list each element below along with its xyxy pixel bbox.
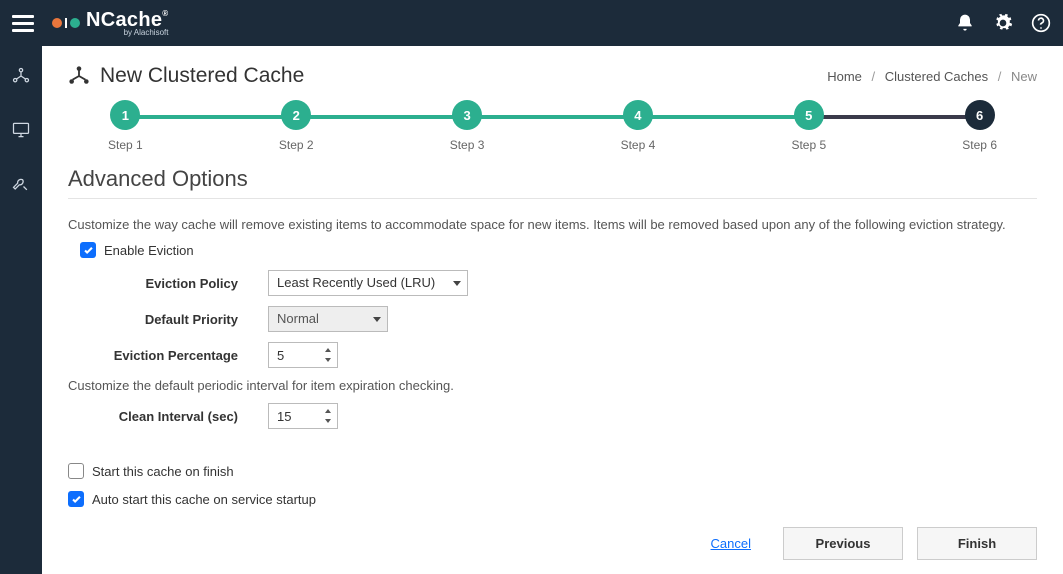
auto-start-checkbox[interactable] bbox=[68, 491, 84, 507]
help-icon[interactable] bbox=[1031, 13, 1051, 33]
enable-eviction-label[interactable]: Enable Eviction bbox=[104, 243, 194, 258]
menu-toggle[interactable] bbox=[12, 12, 34, 34]
clean-interval-down[interactable] bbox=[321, 416, 335, 426]
gear-icon[interactable] bbox=[993, 13, 1013, 33]
default-priority-select[interactable]: Normal bbox=[268, 306, 388, 332]
main-content: New Clustered Cache Home / Clustered Cac… bbox=[42, 46, 1063, 574]
step-5[interactable]: 5Step 5 bbox=[791, 100, 826, 152]
clean-interval-up[interactable] bbox=[321, 406, 335, 416]
default-priority-label: Default Priority bbox=[68, 312, 268, 327]
footer-actions: Cancel Previous Finish bbox=[68, 527, 1037, 560]
eviction-description: Customize the way cache will remove exis… bbox=[68, 217, 1037, 232]
divider bbox=[68, 198, 1037, 199]
brand-name: NCache® bbox=[86, 10, 168, 30]
page-title: New Clustered Cache bbox=[68, 64, 304, 88]
start-on-finish-checkbox[interactable] bbox=[68, 463, 84, 479]
clean-interval-label: Clean Interval (sec) bbox=[68, 409, 268, 424]
left-nav bbox=[0, 46, 42, 574]
eviction-policy-label: Eviction Policy bbox=[68, 276, 268, 291]
clean-interval-input[interactable]: 15 bbox=[268, 403, 338, 429]
enable-eviction-row: Enable Eviction bbox=[80, 242, 1037, 258]
eviction-percentage-input[interactable]: 5 bbox=[268, 342, 338, 368]
step-1[interactable]: 1Step 1 bbox=[108, 100, 143, 152]
topbar: NCache® by Alachisoft bbox=[0, 0, 1063, 46]
cancel-link[interactable]: Cancel bbox=[711, 536, 751, 551]
section-title: Advanced Options bbox=[68, 166, 1037, 192]
nav-item-monitor[interactable] bbox=[0, 112, 42, 148]
previous-button[interactable]: Previous bbox=[783, 527, 903, 560]
breadcrumb-home[interactable]: Home bbox=[827, 69, 862, 84]
step-2[interactable]: 2Step 2 bbox=[279, 100, 314, 152]
eviction-pct-down[interactable] bbox=[321, 355, 335, 365]
logo-icon bbox=[52, 18, 80, 28]
eviction-policy-select[interactable]: Least Recently Used (LRU) bbox=[268, 270, 468, 296]
step-3[interactable]: 3Step 3 bbox=[450, 100, 485, 152]
stepper: 1Step 1 2Step 2 3Step 3 4Step 4 5Step 5 … bbox=[108, 100, 997, 152]
start-on-finish-row: Start this cache on finish bbox=[68, 463, 1037, 479]
step-4[interactable]: 4Step 4 bbox=[621, 100, 656, 152]
auto-start-row: Auto start this cache on service startup bbox=[68, 491, 1037, 507]
cluster-icon bbox=[68, 65, 90, 87]
nav-item-tools[interactable] bbox=[0, 166, 42, 202]
finish-button[interactable]: Finish bbox=[917, 527, 1037, 560]
start-on-finish-label[interactable]: Start this cache on finish bbox=[92, 464, 234, 479]
nav-item-cluster[interactable] bbox=[0, 58, 42, 94]
breadcrumb-current: New bbox=[1011, 69, 1037, 84]
auto-start-label[interactable]: Auto start this cache on service startup bbox=[92, 492, 316, 507]
eviction-percentage-label: Eviction Percentage bbox=[68, 348, 268, 363]
topbar-actions bbox=[955, 13, 1051, 33]
eviction-pct-up[interactable] bbox=[321, 345, 335, 355]
enable-eviction-checkbox[interactable] bbox=[80, 242, 96, 258]
brand-logo[interactable]: NCache® by Alachisoft bbox=[52, 10, 168, 37]
breadcrumb: Home / Clustered Caches / New bbox=[827, 69, 1037, 84]
step-6[interactable]: 6Step 6 bbox=[962, 100, 997, 152]
breadcrumb-clustered[interactable]: Clustered Caches bbox=[885, 69, 988, 84]
bell-icon[interactable] bbox=[955, 13, 975, 33]
clean-interval-description: Customize the default periodic interval … bbox=[68, 378, 1037, 393]
